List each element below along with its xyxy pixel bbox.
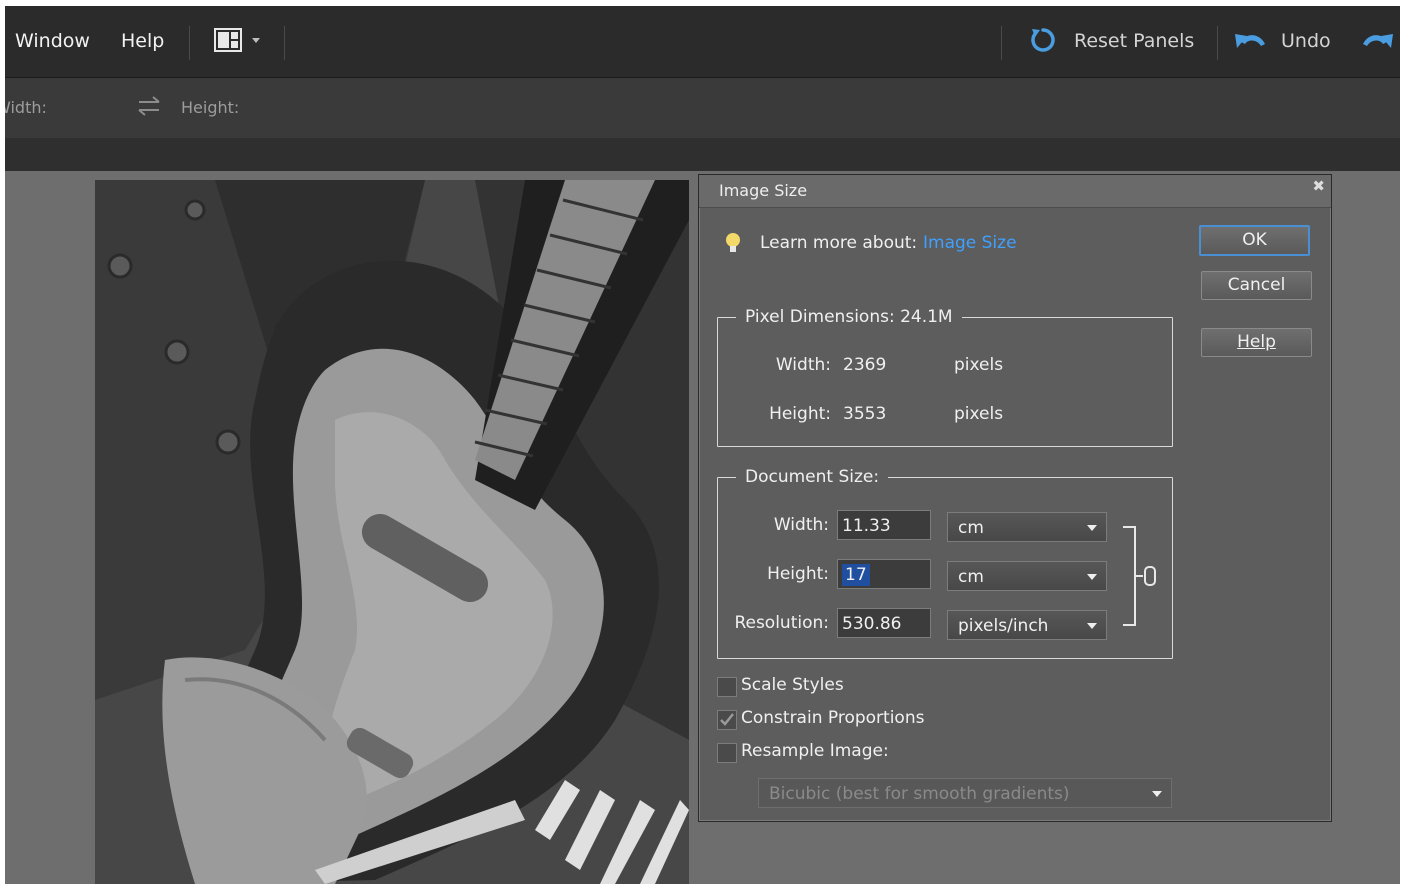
doc-height-label: Height: — [767, 564, 829, 584]
menu-divider — [284, 26, 285, 60]
resample-method-select[interactable]: Bicubic (best for smooth gradients) — [758, 778, 1172, 808]
lightbulb-icon — [724, 231, 742, 259]
pixel-width-unit: pixels — [954, 355, 1004, 375]
pixel-height-label: Height: — [769, 404, 831, 424]
pixel-width-label: Width: — [775, 355, 831, 375]
doc-width-input[interactable]: 11.33 — [837, 510, 931, 540]
close-icon[interactable]: ✖ — [1312, 177, 1325, 195]
document-size-label: Document Size: — [736, 467, 889, 487]
chevron-down-icon — [1087, 623, 1097, 629]
resample-method-value: Bicubic (best for smooth gradients) — [769, 784, 1070, 804]
pixel-dimensions-size: 24.1M — [900, 307, 953, 327]
dialog-title: Image Size — [719, 181, 808, 200]
doc-width-label: Width: — [773, 515, 829, 535]
doc-width-unit-select[interactable]: cm — [947, 512, 1107, 542]
help-button[interactable]: Help — [1201, 328, 1312, 357]
width-option-label: Width: — [5, 98, 47, 117]
resolution-input[interactable]: 530.86 — [837, 608, 931, 638]
pixel-height-value: 3553 — [843, 404, 887, 424]
reset-panels-button[interactable]: Reset Panels — [1074, 30, 1194, 52]
pixel-dimensions-title: Pixel Dimensions: — [745, 307, 895, 327]
resolution-label: Resolution: — [734, 613, 829, 633]
resolution-unit: pixels/inch — [958, 616, 1049, 636]
undo-button[interactable]: Undo — [1281, 30, 1331, 52]
tool-options-bar: Width: Height: — [5, 78, 1400, 138]
pixel-dimensions-label: Pixel Dimensions: 24.1M — [736, 307, 962, 327]
menu-window[interactable]: Window — [15, 30, 90, 52]
image-size-dialog: Image Size ✖ Learn more about: Image Siz… — [698, 174, 1332, 822]
doc-height-unit-select[interactable]: cm — [947, 561, 1107, 591]
menu-divider — [189, 26, 190, 60]
resample-image-checkbox[interactable] — [717, 743, 737, 763]
document-tabs-strip — [5, 138, 1400, 171]
pixel-width-value: 2369 — [843, 355, 887, 375]
doc-height-input[interactable]: 17 — [837, 559, 931, 589]
menu-help[interactable]: Help — [121, 30, 164, 52]
menu-bar: Window Help Reset Panels Undo — [5, 6, 1400, 78]
redo-icon[interactable] — [1359, 28, 1395, 58]
pixel-height-unit: pixels — [954, 404, 1004, 424]
dialog-title-bar[interactable]: Image Size ✖ — [699, 175, 1331, 208]
cancel-button[interactable]: Cancel — [1201, 271, 1312, 300]
doc-height-unit: cm — [958, 567, 984, 587]
app-window: Window Help Reset Panels Undo idth: Heig… — [5, 6, 1400, 884]
proportion-link-icon — [1119, 525, 1163, 631]
scale-styles-label[interactable]: Scale Styles — [741, 675, 844, 695]
height-option-label: Height: — [181, 98, 240, 117]
resolution-unit-select[interactable]: pixels/inch — [947, 610, 1107, 640]
scale-styles-checkbox[interactable] — [717, 677, 737, 697]
ok-button[interactable]: OK — [1199, 225, 1310, 256]
learn-more-label: Learn more about: — [760, 233, 918, 253]
constrain-proportions-checkbox[interactable] — [717, 710, 737, 730]
chevron-down-icon — [1087, 574, 1097, 580]
swap-dimensions-icon[interactable] — [135, 94, 163, 122]
constrain-proportions-label[interactable]: Constrain Proportions — [741, 708, 924, 728]
menu-divider — [1001, 26, 1002, 60]
checkmark-icon — [720, 713, 734, 726]
doc-height-value: 17 — [842, 564, 870, 586]
resample-image-label[interactable]: Resample Image: — [741, 741, 889, 761]
doc-width-unit: cm — [958, 518, 984, 538]
chevron-down-icon — [1087, 525, 1097, 531]
document-canvas-photo[interactable] — [95, 180, 689, 884]
menu-divider — [1217, 26, 1218, 60]
layout-icon[interactable] — [214, 28, 266, 58]
pixel-dimensions-group — [717, 317, 1173, 447]
reset-panels-icon[interactable] — [1028, 26, 1058, 60]
learn-more-link[interactable]: Image Size — [923, 233, 1017, 253]
chevron-down-icon — [1152, 791, 1162, 797]
undo-icon[interactable] — [1233, 28, 1269, 58]
